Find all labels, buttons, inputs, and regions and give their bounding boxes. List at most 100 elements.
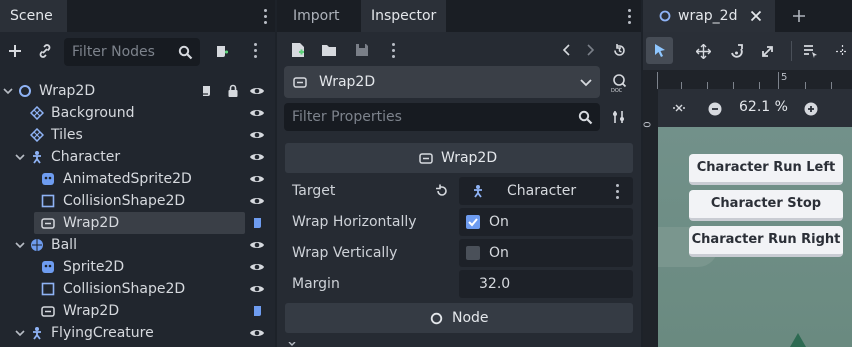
- property-label: Margin: [292, 276, 340, 292]
- list-select-icon[interactable]: [803, 44, 818, 59]
- chevron-down-icon[interactable]: [15, 328, 25, 338]
- chevron-down-icon[interactable]: [3, 86, 13, 96]
- filter-properties-input[interactable]: [292, 103, 552, 131]
- tree-item-collision-shape[interactable]: CollisionShape2D: [0, 278, 275, 300]
- visibility-eye-icon[interactable]: [249, 194, 265, 208]
- tab-scene[interactable]: Scene: [0, 0, 67, 32]
- search-icon: [577, 109, 593, 125]
- visibility-eye-icon[interactable]: [249, 260, 265, 274]
- wrap2d-icon: [293, 77, 307, 88]
- history-forward-icon[interactable]: [584, 42, 598, 58]
- zoom-level[interactable]: 62.1 %: [739, 99, 788, 115]
- close-icon[interactable]: [750, 10, 762, 22]
- tree-item-label: Tiles: [51, 127, 83, 143]
- tree-item-animated-sprite[interactable]: AnimatedSprite2D: [0, 168, 275, 190]
- new-resource-icon[interactable]: [290, 42, 306, 58]
- lock-icon[interactable]: [226, 84, 240, 98]
- visibility-eye-icon[interactable]: [249, 84, 265, 98]
- scale-tool-icon[interactable]: [760, 44, 775, 59]
- resource-selector[interactable]: Wrap2D: [284, 66, 600, 98]
- tree-item-label: Wrap2D: [63, 215, 120, 231]
- wrap-horizontally-checkbox[interactable]: On: [459, 208, 633, 236]
- zoom-in-icon[interactable]: [804, 102, 818, 116]
- tree-item-wrap2d-root[interactable]: Wrap2D: [0, 80, 275, 102]
- property-label: Wrap Vertically: [292, 245, 398, 261]
- tab-inspector[interactable]: Inspector: [361, 0, 447, 32]
- pointer-icon: [655, 44, 665, 57]
- center-view-icon[interactable]: [672, 101, 686, 115]
- history-back-icon[interactable]: [559, 42, 573, 58]
- save-icon[interactable]: [354, 42, 370, 58]
- character-run-right-button[interactable]: Character Run Right: [689, 226, 843, 257]
- visibility-eye-icon[interactable]: [249, 150, 265, 164]
- tree-item-character[interactable]: Character: [0, 146, 275, 168]
- ruler-tool-icon[interactable]: [835, 44, 850, 59]
- script-icon[interactable]: [251, 304, 265, 318]
- tree-item-collision-shape[interactable]: CollisionShape2D: [0, 190, 275, 212]
- move-tool-icon[interactable]: [696, 44, 711, 59]
- animated-sprite-icon: [42, 173, 54, 185]
- chevron-down-icon: [580, 79, 592, 87]
- character-icon: [33, 151, 41, 164]
- visibility-eye-icon[interactable]: [249, 128, 265, 142]
- add-node-icon[interactable]: [6, 42, 24, 60]
- open-folder-icon[interactable]: [321, 42, 337, 58]
- zoom-out-icon[interactable]: [708, 102, 722, 116]
- filter-nodes-input[interactable]: [72, 38, 172, 66]
- vertical-ruler: 0: [643, 89, 658, 347]
- tree-item-label: Background: [51, 105, 135, 121]
- wrap-vertically-checkbox[interactable]: On: [459, 239, 633, 267]
- node-path-field[interactable]: Character: [459, 177, 633, 205]
- inspector-panel: Import Inspector Wrap2D DOC Filter Prope…: [277, 0, 641, 347]
- viewport-tabbar: wrap_2d: [643, 0, 852, 32]
- inspector-tab-menu-icon[interactable]: [628, 9, 631, 27]
- rotate-tool-icon[interactable]: [729, 44, 744, 59]
- chevron-down-icon[interactable]: [15, 152, 25, 162]
- tree-item-tiles[interactable]: Tiles: [0, 124, 275, 146]
- tree-item-label: FlyingCreature: [51, 325, 154, 341]
- scene-menu-icon[interactable]: [254, 43, 257, 61]
- visibility-eye-icon[interactable]: [249, 106, 265, 120]
- rigidbody-icon: [31, 239, 43, 251]
- link-icon[interactable]: [36, 42, 54, 60]
- tree-item-label: Ball: [51, 237, 77, 253]
- section-title: Wrap2D: [441, 150, 498, 166]
- tools-icon[interactable]: [611, 108, 627, 126]
- resource-menu-icon[interactable]: [392, 43, 395, 61]
- attach-script-icon[interactable]: [213, 42, 231, 60]
- scene-tab-menu-icon[interactable]: [264, 9, 267, 27]
- character-run-left-button[interactable]: Character Run Left: [689, 154, 843, 185]
- tree-item-label: CollisionShape2D: [63, 281, 186, 297]
- filter-nodes-box: [64, 38, 200, 66]
- tree-item-sprite[interactable]: Sprite2D: [0, 256, 275, 278]
- tab-import[interactable]: Import: [283, 0, 349, 32]
- chevron-right-icon[interactable]: [288, 342, 296, 347]
- visibility-eye-icon[interactable]: [249, 282, 265, 296]
- script-icon[interactable]: [200, 84, 214, 98]
- property-label: Target: [292, 183, 336, 199]
- node-path-menu-icon[interactable]: [616, 184, 619, 202]
- select-tool-button[interactable]: [646, 37, 673, 64]
- script-icon[interactable]: [251, 216, 265, 230]
- doc-icon[interactable]: DOC: [609, 72, 629, 94]
- chevron-down-icon[interactable]: [15, 240, 25, 250]
- character-stop-button[interactable]: Character Stop: [689, 190, 843, 221]
- section-header-wrap2d[interactable]: Wrap2D: [285, 143, 633, 173]
- history-icon[interactable]: [611, 42, 627, 58]
- tree-item-label: Wrap2D: [63, 303, 120, 319]
- tree-item-ball[interactable]: Ball: [0, 234, 275, 256]
- tree-item-background[interactable]: Background: [0, 102, 275, 124]
- ruler-tick: [707, 82, 708, 89]
- section-header-node[interactable]: Node: [285, 303, 633, 333]
- tree-item-wrap2d[interactable]: Wrap2D: [0, 300, 275, 322]
- tree-item-wrap2d-selected[interactable]: Wrap2D: [0, 212, 275, 234]
- add-tab-icon[interactable]: [792, 9, 806, 23]
- scene-panel: Scene Wrap2D Background: [0, 0, 275, 347]
- visibility-eye-icon[interactable]: [249, 172, 265, 186]
- tree-item-flying-creature[interactable]: FlyingCreature: [0, 322, 275, 344]
- margin-spinbox[interactable]: 32.0: [459, 270, 633, 298]
- revert-icon[interactable]: [435, 184, 449, 198]
- visibility-eye-icon[interactable]: [249, 238, 265, 252]
- tab-wrap-2d[interactable]: wrap_2d: [643, 0, 775, 32]
- visibility-eye-icon[interactable]: [249, 326, 265, 340]
